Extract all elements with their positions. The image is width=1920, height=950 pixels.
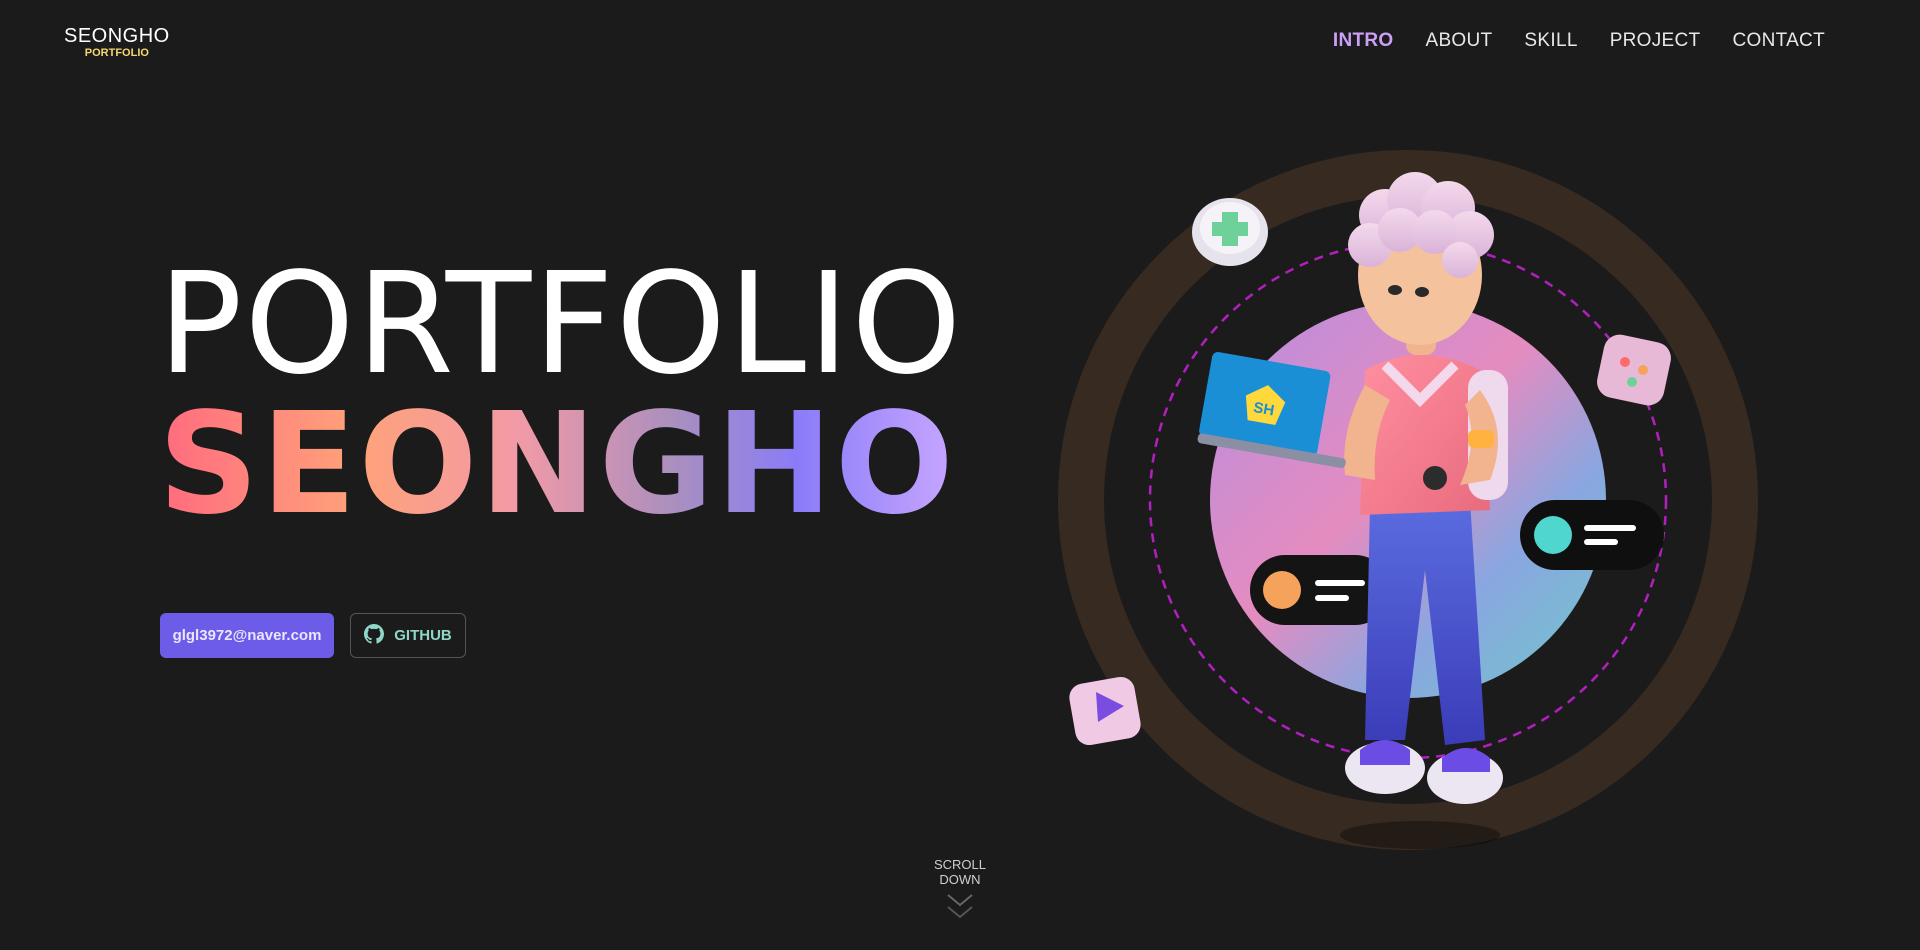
- scroll-down-label: SCROLL DOWN: [933, 857, 987, 887]
- scroll-down[interactable]: SCROLL DOWN: [912, 857, 1008, 923]
- nav-item-contact[interactable]: CONTACT: [1732, 30, 1825, 52]
- logo-subtitle: PORTFOLIO: [84, 47, 149, 59]
- status-chip-right: [1520, 500, 1664, 570]
- laptop-badge-text: SH: [1252, 399, 1275, 419]
- plus-badge-icon: [1192, 198, 1268, 266]
- play-badge-icon: [1069, 676, 1141, 746]
- github-icon: [364, 623, 385, 648]
- logo-title: SEONGHO: [64, 25, 170, 47]
- logo[interactable]: SEONGHO PORTFOLIO: [64, 26, 170, 59]
- github-button-label: GITHUB: [394, 627, 452, 644]
- main-nav: INTRO ABOUT SKILL PROJECT CONTACT: [1333, 30, 1825, 52]
- hero-title-name: SEONGHO: [158, 383, 956, 546]
- page: SEONGHO PORTFOLIO INTRO ABOUT SKILL PROJ…: [0, 0, 1920, 950]
- github-button[interactable]: GITHUB: [350, 613, 466, 658]
- email-button[interactable]: glgl3972@naver.com: [160, 613, 334, 658]
- email-button-label: glgl3972@naver.com: [172, 627, 322, 644]
- nav-item-intro[interactable]: INTRO: [1333, 30, 1394, 52]
- nav-item-about[interactable]: ABOUT: [1425, 30, 1492, 52]
- chevron-down-icon: [947, 894, 973, 919]
- hero-title-portfolio: PORTFOLIO: [158, 243, 964, 406]
- nav-item-skill[interactable]: SKILL: [1524, 30, 1577, 52]
- nav-item-project[interactable]: PROJECT: [1610, 30, 1701, 52]
- grid-badge-icon: [1597, 334, 1671, 406]
- hero-illustration: SH: [1058, 150, 1758, 850]
